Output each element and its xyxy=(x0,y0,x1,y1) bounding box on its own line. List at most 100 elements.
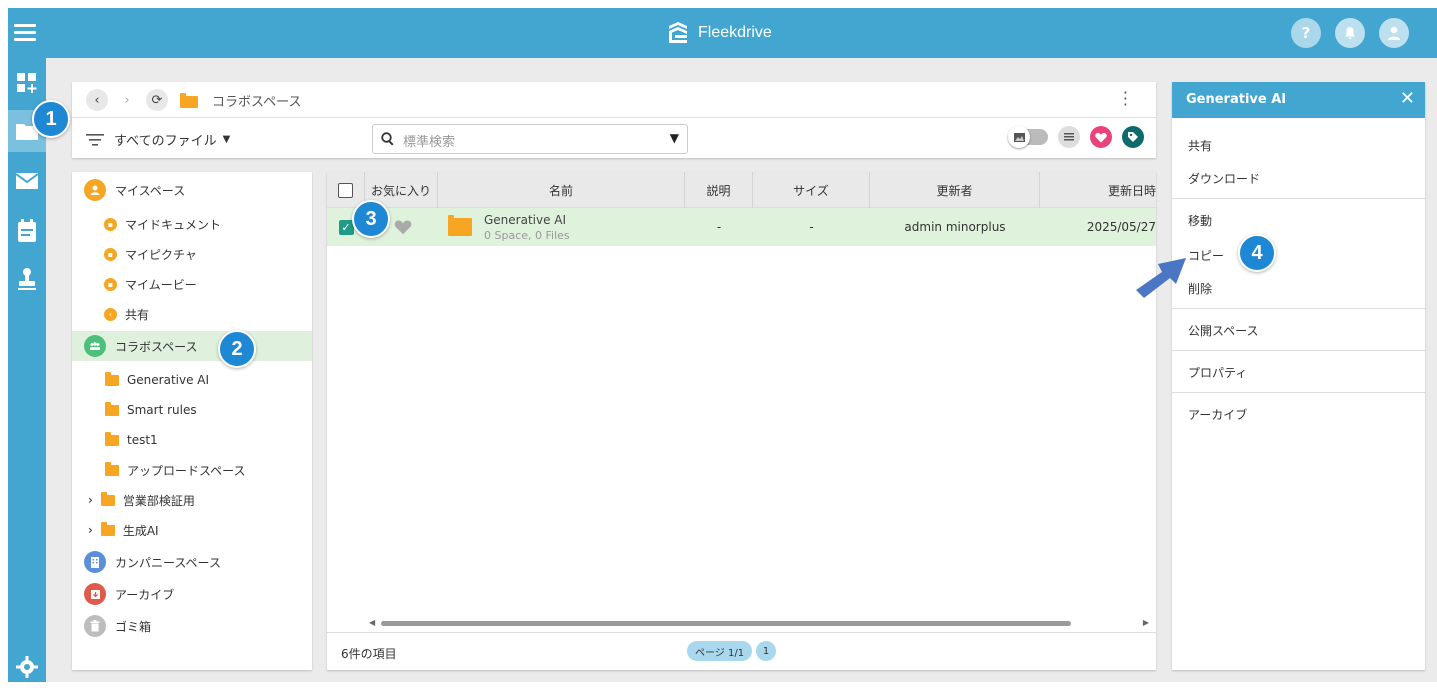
tree-item-generative-ai[interactable]: Generative AI xyxy=(72,366,312,394)
search-icon xyxy=(381,132,394,146)
folder-icon xyxy=(105,401,119,416)
tree-label: Generative AI xyxy=(127,373,210,387)
tree-item-collab-space[interactable]: コラボスペース xyxy=(72,331,312,361)
tree-label: マイスペース xyxy=(115,183,186,198)
thumbnail-toggle[interactable] xyxy=(1008,126,1048,148)
context-menu-header: Generative AI ✕ xyxy=(1172,82,1425,118)
step-badge-2: 2 xyxy=(218,330,256,368)
folder-icon xyxy=(180,93,198,108)
picture-icon: ▪ xyxy=(104,247,117,261)
close-icon[interactable]: ✕ xyxy=(1400,88,1415,109)
chevron-right-icon[interactable]: › xyxy=(88,493,93,507)
folder-tree: マイスペース ▪ マイドキュメント ▪ マイピクチャ ▪ マイムービー ‹ 共有… xyxy=(72,172,312,670)
search-input[interactable]: 標準検索 ▼ xyxy=(372,124,688,154)
menu-item-properties[interactable]: プロパティ xyxy=(1188,364,1247,381)
tree-item-my-pictures[interactable]: ▪ マイピクチャ xyxy=(72,240,312,268)
divider xyxy=(1172,392,1425,393)
search-dropdown-icon[interactable]: ▼ xyxy=(670,131,679,145)
app-window: Fleekdrive ? ‹ › ⟳ コラボスペース · · · すべてのファイ… xyxy=(8,8,1437,682)
movie-icon: ▪ xyxy=(104,277,117,291)
horizontal-scrollbar[interactable]: ◀ ▶ xyxy=(369,618,1149,627)
menu-item-move[interactable]: 移動 xyxy=(1188,212,1212,229)
user-icon xyxy=(84,179,106,201)
scrollbar-thumb[interactable] xyxy=(381,621,1071,626)
column-size[interactable]: サイズ xyxy=(753,172,870,208)
page-number-button[interactable]: 1 xyxy=(756,641,777,661)
tree-label: マイドキュメント xyxy=(125,217,222,232)
tree-label: マイピクチャ xyxy=(125,247,197,262)
folder-icon xyxy=(105,371,119,386)
more-options-icon[interactable]: · · · xyxy=(1123,85,1128,113)
stamp-icon[interactable] xyxy=(8,258,46,300)
tree-label: 生成AI xyxy=(122,523,159,538)
item-count: 6件の項目 xyxy=(341,647,397,661)
table-row[interactable]: ✓ Generative AI 0 Space, 0 Files - - adm… xyxy=(327,208,1156,246)
calendar-icon[interactable] xyxy=(8,210,46,252)
tree-item-archive[interactable]: アーカイブ xyxy=(72,580,312,608)
forward-icon[interactable]: › xyxy=(116,89,138,111)
context-menu-title: Generative AI xyxy=(1186,92,1287,107)
pagination: ページ 1/1 1 xyxy=(687,641,777,661)
tree-label: 共有 xyxy=(125,307,150,322)
share-icon: ‹ xyxy=(104,307,117,321)
back-icon[interactable]: ‹ xyxy=(86,89,108,111)
favorite-filter-icon[interactable] xyxy=(1090,126,1112,148)
tree-item-generative-ai-jp[interactable]: › 生成AI xyxy=(72,516,312,544)
tree-item-trash[interactable]: ゴミ箱 xyxy=(72,612,312,640)
help-icon[interactable]: ? xyxy=(1291,18,1321,48)
menu-icon[interactable] xyxy=(14,24,36,42)
menu-item-copy[interactable]: コピー xyxy=(1188,247,1224,264)
tree-item-my-space[interactable]: マイスペース xyxy=(72,176,312,204)
menu-item-share[interactable]: 共有 xyxy=(1188,137,1212,154)
menu-item-archive[interactable]: アーカイブ xyxy=(1188,406,1247,423)
user-avatar-icon[interactable] xyxy=(1379,18,1409,48)
row-size: - xyxy=(809,220,814,234)
page-label: ページ 1/1 xyxy=(687,641,753,661)
tree-item-company-space[interactable]: カンパニースペース xyxy=(72,548,312,576)
search-placeholder: 標準検索 xyxy=(403,135,456,150)
pointer-arrow-icon xyxy=(1136,258,1186,298)
left-rail xyxy=(8,58,46,682)
chevron-right-icon[interactable]: › xyxy=(88,523,93,537)
tree-item-test1[interactable]: test1 xyxy=(72,426,312,454)
tree-label: 営業部検証用 xyxy=(122,493,195,508)
tree-item-upload-space[interactable]: アップロードスペース xyxy=(72,456,312,484)
breadcrumb[interactable]: コラボスペース xyxy=(212,91,301,110)
row-name: Generative AI xyxy=(484,212,567,227)
column-name[interactable]: 名前 xyxy=(438,172,685,208)
scroll-left-icon[interactable]: ◀ xyxy=(369,618,375,627)
refresh-icon[interactable]: ⟳ xyxy=(146,89,168,111)
bell-icon[interactable] xyxy=(1335,18,1365,48)
tree-label: Smart rules xyxy=(127,403,197,417)
tag-icon[interactable] xyxy=(1122,126,1144,148)
tree-item-my-documents[interactable]: ▪ マイドキュメント xyxy=(72,210,312,238)
caret-down-icon: ▼ xyxy=(222,134,231,145)
trash-icon xyxy=(84,615,106,637)
divider xyxy=(1172,198,1425,199)
tree-item-smart-rules[interactable]: Smart rules xyxy=(72,396,312,424)
building-icon xyxy=(84,551,106,573)
scroll-right-icon[interactable]: ▶ xyxy=(1143,618,1149,627)
list-view-icon[interactable] xyxy=(1058,126,1080,148)
top-bar: Fleekdrive ? xyxy=(8,8,1437,58)
archive-icon xyxy=(84,583,106,605)
tree-label: カンパニースペース xyxy=(115,555,221,570)
column-updated-by[interactable]: 更新者 xyxy=(870,172,1040,208)
divider xyxy=(1172,308,1425,309)
menu-item-download[interactable]: ダウンロード xyxy=(1188,170,1260,187)
folder-icon xyxy=(448,215,472,236)
context-menu: Generative AI ✕ 共有 ダウンロード 移動 コピー 削除 公開スペ… xyxy=(1172,82,1425,670)
list-footer: 6件の項目 ページ 1/1 1 xyxy=(327,632,1156,670)
tree-item-shared[interactable]: ‹ 共有 xyxy=(72,300,312,328)
dashboard-add-icon[interactable] xyxy=(8,62,46,104)
tree-label: マイムービー xyxy=(125,277,197,292)
column-description[interactable]: 説明 xyxy=(685,172,753,208)
tree-item-sales-test[interactable]: › 営業部検証用 xyxy=(72,486,312,514)
mail-icon[interactable] xyxy=(8,160,46,202)
menu-item-public-space[interactable]: 公開スペース xyxy=(1188,322,1259,339)
column-updated-at[interactable]: 更新日時 xyxy=(1040,172,1156,208)
tree-item-my-movies[interactable]: ▪ マイムービー xyxy=(72,270,312,298)
row-name-cell[interactable]: Generative AI 0 Space, 0 Files xyxy=(448,208,685,246)
file-filter-dropdown[interactable]: すべてのファイル ▼ xyxy=(86,130,230,149)
group-icon xyxy=(84,335,106,357)
